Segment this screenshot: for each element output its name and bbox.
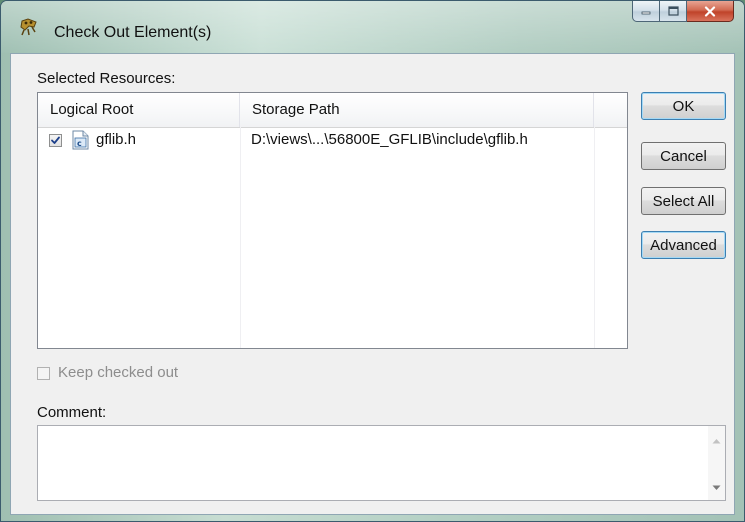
clearcase-icon [20, 18, 37, 36]
close-icon [704, 5, 716, 17]
dialog-body: Selected Resources: Logical Root Storage… [10, 53, 735, 515]
column-divider [240, 127, 241, 348]
resources-table[interactable]: Logical Root Storage Path c gflib.h D:\v… [37, 92, 628, 349]
table-row[interactable]: c gflib.h D:\views\...\56800E_GFLIB\incl… [38, 127, 627, 153]
title-bar[interactable]: Check Out Element(s) [1, 1, 744, 53]
logical-root-cell: gflib.h [96, 131, 137, 148]
scroll-down-arrow-icon[interactable] [708, 479, 725, 496]
minimize-button[interactable] [632, 1, 660, 22]
cancel-button[interactable]: Cancel [641, 142, 726, 170]
column-divider [594, 127, 595, 348]
selected-resources-label: Selected Resources: [37, 70, 176, 87]
maximize-icon [667, 6, 679, 16]
window-title: Check Out Element(s) [54, 24, 212, 41]
window-controls [632, 1, 734, 23]
svg-text:c: c [77, 139, 82, 148]
minimize-icon [641, 11, 651, 15]
table-header: Logical Root Storage Path [38, 93, 627, 128]
comment-scrollbar[interactable] [708, 426, 725, 500]
select-all-button[interactable]: Select All [641, 187, 726, 215]
row-checkbox[interactable] [49, 134, 62, 147]
scroll-up-arrow-icon[interactable] [708, 432, 725, 449]
keep-checked-out-label: Keep checked out [58, 364, 179, 381]
column-header-storage-path[interactable]: Storage Path [240, 93, 594, 127]
column-header-logical-root[interactable]: Logical Root [38, 93, 240, 127]
storage-path-cell: D:\views\...\56800E_GFLIB\include\gflib.… [251, 131, 528, 148]
comment-textarea[interactable] [37, 425, 726, 501]
keep-checked-out-checkbox [37, 367, 50, 380]
checkmark-icon [51, 136, 60, 144]
column-header-filler [594, 93, 627, 127]
check-out-dialog: Check Out Element(s) Selected Resources:… [0, 0, 745, 522]
maximize-button[interactable] [660, 1, 687, 22]
c-file-icon: c [72, 130, 89, 150]
ok-button[interactable]: OK [641, 92, 726, 120]
close-button[interactable] [687, 1, 734, 22]
advanced-button[interactable]: Advanced [641, 231, 726, 259]
comment-label: Comment: [37, 404, 107, 421]
